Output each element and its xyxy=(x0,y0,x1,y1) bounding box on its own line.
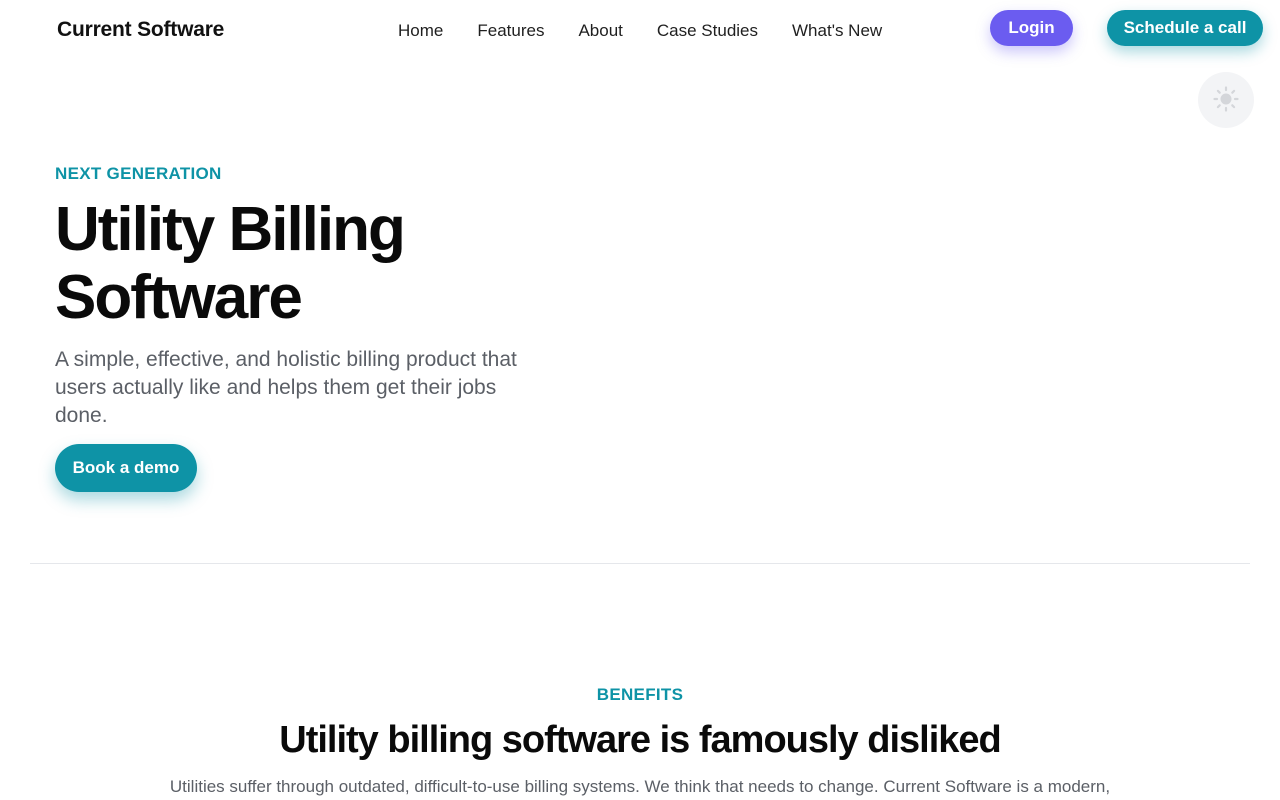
nav-whats-new[interactable]: What's New xyxy=(792,20,882,42)
benefits-title: Utility billing software is famously dis… xyxy=(279,719,1002,761)
sun-icon xyxy=(1213,85,1239,115)
brand-logo-link[interactable]: Current Software xyxy=(57,18,224,42)
hero-title: Utility Billing Software xyxy=(55,195,406,332)
hero-eyebrow: NEXT GENERATION xyxy=(55,164,222,183)
page: Current Software Home Features About Cas… xyxy=(0,0,1280,800)
nav-home[interactable]: Home xyxy=(398,20,443,42)
section-divider xyxy=(30,563,1250,564)
nav-case-studies[interactable]: Case Studies xyxy=(657,20,758,42)
theme-toggle-button[interactable] xyxy=(1198,72,1254,128)
schedule-call-button[interactable]: Schedule a call xyxy=(1107,10,1263,46)
book-demo-button[interactable]: Book a demo xyxy=(55,444,197,492)
benefits-text: Utilities suffer through outdated, diffi… xyxy=(169,777,1111,796)
main-nav: Home Features About Case Studies What's … xyxy=(398,20,882,42)
benefits-eyebrow: BENEFITS xyxy=(596,685,684,704)
nav-about[interactable]: About xyxy=(578,20,622,42)
login-button[interactable]: Login xyxy=(990,10,1073,46)
nav-features[interactable]: Features xyxy=(477,20,544,42)
hero-subtitle: A simple, effective, and holistic billin… xyxy=(55,348,517,427)
